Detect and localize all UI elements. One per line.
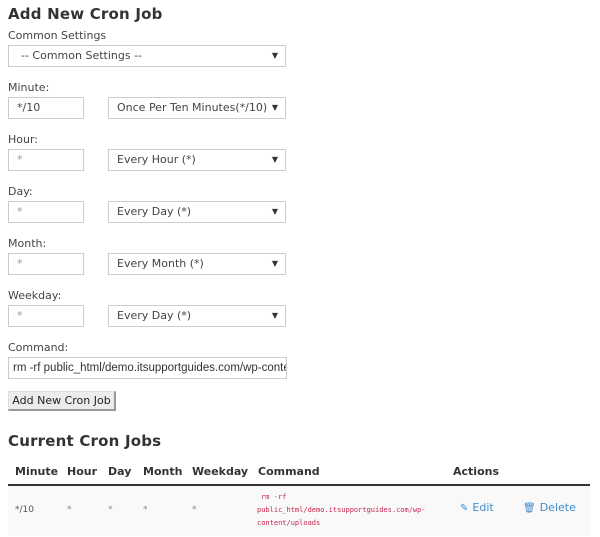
cell-minute: */10 xyxy=(15,505,34,515)
command-input[interactable]: rm -rf public_html/demo.itsupportguides.… xyxy=(8,357,287,379)
cell-month: * xyxy=(143,505,148,515)
chevron-down-icon: ▼ xyxy=(271,311,278,320)
minute-input[interactable]: */10 xyxy=(8,97,84,119)
col-weekday: Weekday xyxy=(192,465,249,478)
delete-label: Delete xyxy=(539,501,576,514)
chevron-down-icon: ▼ xyxy=(271,259,278,268)
col-day: Day xyxy=(108,465,132,478)
hour-select-value: Every Hour (*) xyxy=(117,153,196,166)
weekday-input[interactable]: * xyxy=(8,305,84,327)
command-line: rm -rf xyxy=(261,493,287,501)
common-settings-value: -- Common Settings -- xyxy=(21,49,143,62)
cell-weekday: * xyxy=(192,505,197,515)
col-actions: Actions xyxy=(453,465,499,478)
common-settings-select[interactable]: -- Common Settings -- ▼ xyxy=(8,45,286,67)
chevron-down-icon: ▼ xyxy=(271,155,278,164)
chevron-down-icon: ▼ xyxy=(271,51,278,60)
day-select-value: Every Day (*) xyxy=(117,205,192,218)
minute-select[interactable]: Once Per Ten Minutes(*/10) ▼ xyxy=(108,97,286,119)
day-label: Day: xyxy=(8,185,33,198)
edit-label: Edit xyxy=(472,501,494,514)
day-select[interactable]: Every Day (*) ▼ xyxy=(108,201,286,223)
pencil-icon: ✎ xyxy=(460,503,469,514)
trash-icon: 🗑 xyxy=(523,503,536,514)
common-settings-label: Common Settings xyxy=(8,29,107,42)
cell-command: rm -rf public_html/demo.itsupportguides.… xyxy=(257,491,427,530)
weekday-label: Weekday: xyxy=(8,289,62,302)
hour-label: Hour: xyxy=(8,133,39,146)
month-select[interactable]: Every Month (*) ▼ xyxy=(108,253,286,275)
weekday-select-value: Every Day (*) xyxy=(117,309,192,322)
add-cron-job-button[interactable]: Add New Cron Job xyxy=(8,391,116,411)
edit-link[interactable]: ✎ Edit xyxy=(460,501,494,514)
col-command: Command xyxy=(258,465,320,478)
col-month: Month xyxy=(143,465,183,478)
weekday-select[interactable]: Every Day (*) ▼ xyxy=(108,305,286,327)
current-cron-title: Current Cron Jobs xyxy=(8,432,162,450)
command-label: Command: xyxy=(8,341,69,354)
col-minute: Minute xyxy=(15,465,59,478)
chevron-down-icon: ▼ xyxy=(271,207,278,216)
month-input[interactable]: * xyxy=(8,253,84,275)
add-cron-title: Add New Cron Job xyxy=(8,5,163,23)
day-input[interactable]: * xyxy=(8,201,84,223)
month-label: Month: xyxy=(8,237,47,250)
col-hour: Hour xyxy=(67,465,98,478)
command-line: content/uploads xyxy=(257,519,321,527)
cell-day: * xyxy=(108,505,113,515)
hour-select[interactable]: Every Hour (*) ▼ xyxy=(108,149,286,171)
cell-hour: * xyxy=(67,505,72,515)
minute-label: Minute: xyxy=(8,81,50,94)
minute-select-value: Once Per Ten Minutes(*/10) xyxy=(117,101,268,114)
chevron-down-icon: ▼ xyxy=(271,103,278,112)
hour-input[interactable]: * xyxy=(8,149,84,171)
command-line: public_html/demo.itsupportguides.com/wp- xyxy=(257,506,426,514)
month-select-value: Every Month (*) xyxy=(117,257,204,270)
delete-link[interactable]: 🗑 Delete xyxy=(523,501,576,514)
